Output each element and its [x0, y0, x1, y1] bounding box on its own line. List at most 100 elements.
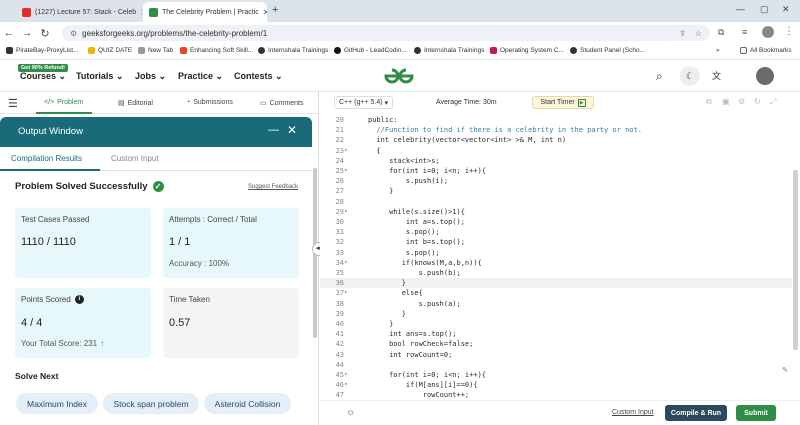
code-line[interactable]: 34 ▾ if(knows(M,a,b,n)){	[320, 258, 792, 268]
start-timer-button[interactable]: Start Timer ▶	[532, 96, 594, 109]
nav-jobs[interactable]: Jobs ⌄	[135, 71, 166, 82]
reload-icon[interactable]: ↻	[36, 27, 54, 40]
extensions-icon[interactable]: ⧉	[718, 27, 724, 38]
close-panel-icon[interactable]: ✕	[287, 123, 297, 137]
search-icon[interactable]: ⌕	[656, 69, 663, 84]
hamburger-menu-icon[interactable]: ☰	[8, 97, 18, 110]
info-icon[interactable]: i	[74, 295, 84, 304]
user-avatar[interactable]	[756, 67, 774, 85]
close-tab-icon[interactable]: ✕	[259, 8, 267, 17]
next-problem-asteroid-collision[interactable]: Asteroid Collision	[204, 393, 291, 414]
forward-icon[interactable]: →	[18, 27, 36, 39]
editor-scrollbar[interactable]	[793, 170, 798, 350]
all-bookmarks[interactable]: All Bookmarks	[740, 47, 792, 54]
dark-mode-icon[interactable]: ☾	[680, 66, 700, 86]
fold-arrow-icon[interactable]: ▾	[344, 146, 352, 156]
fullscreen-icon[interactable]: ⤢	[770, 97, 776, 107]
tab-compilation-results[interactable]: Compilation Results	[11, 154, 82, 163]
refund-badge[interactable]: Get 90% Refund!	[18, 64, 69, 72]
code-line[interactable]: 27 }	[320, 186, 792, 196]
copy-icon[interactable]: ⧉	[706, 97, 712, 107]
close-tab-icon[interactable]: ✕	[136, 8, 142, 17]
paste-icon[interactable]: ▣	[722, 97, 730, 106]
browser-menu-icon[interactable]: ⋮	[784, 26, 794, 37]
code-line[interactable]: 37 ▾ else{	[320, 288, 792, 298]
browser-tab-celebrity[interactable]: The Celebrity Problem | Practic ✕	[143, 2, 267, 22]
code-line[interactable]: 45 ▾ for(int i=0; i<n; i++){	[320, 370, 792, 380]
site-info-icon[interactable]: ⚙	[70, 29, 77, 38]
code-line[interactable]: 23 ▾ {	[320, 146, 792, 156]
submit-button[interactable]: Submit	[736, 405, 776, 421]
code-editor[interactable]: 20 public: 21 //Function to find if there …	[320, 112, 792, 400]
code-line[interactable]: 30 int a=s.top();	[320, 217, 792, 227]
code-line[interactable]: 22 int celebrity(vector<vector<int> >& M…	[320, 135, 792, 145]
nav-practice[interactable]: Practice ⌄	[178, 71, 223, 82]
gfg-logo[interactable]	[380, 66, 418, 86]
browser-tab-youtube[interactable]: (1227) Lecture 57: Stack - Celeb ✕	[16, 2, 142, 22]
nav-courses[interactable]: Courses ⌄	[20, 71, 66, 82]
code-line[interactable]: 31 s.pop();	[320, 227, 792, 237]
fold-arrow-icon[interactable]: ▾	[344, 370, 352, 380]
tab-submissions[interactable]: ◔ Submissions	[186, 99, 233, 106]
code-line[interactable]: 41 int ans=s.top();	[320, 329, 792, 339]
code-line[interactable]: 43 int rowCount=0;	[320, 350, 792, 360]
downloads-icon[interactable]: ≡	[742, 27, 747, 37]
back-icon[interactable]: ←	[0, 27, 18, 39]
bookmark-item[interactable]: Internshala Trainings	[258, 47, 328, 54]
bookmark-item[interactable]: New Tab	[138, 47, 173, 54]
nav-tutorials[interactable]: Tutorials ⌄	[76, 71, 123, 82]
panel-splitter[interactable]	[318, 92, 319, 425]
code-line[interactable]: 42 bool rowCheck=false;	[320, 339, 792, 349]
code-line[interactable]: 21 //Function to find if there is a cele…	[320, 125, 792, 135]
nav-contests[interactable]: Contests ⌄	[234, 71, 283, 82]
custom-input-link[interactable]: Custom Input	[612, 409, 654, 416]
fold-arrow-icon[interactable]: ▾	[344, 288, 352, 298]
next-problem-maximum-index[interactable]: Maximum Index	[16, 393, 98, 414]
fold-arrow-icon[interactable]: ▾	[344, 207, 352, 217]
fold-arrow-icon[interactable]: ▾	[344, 258, 352, 268]
tab-comments[interactable]: ▭ Comments	[260, 99, 303, 108]
code-line[interactable]: 47 rowCount++;	[320, 390, 792, 400]
translate-icon[interactable]: 文	[712, 69, 721, 82]
code-line[interactable]: 33 s.pop();	[320, 248, 792, 258]
tab-problem[interactable]: </> Problem	[44, 99, 83, 106]
fold-arrow-icon[interactable]: ▾	[344, 380, 352, 390]
code-line[interactable]: 20 public:	[320, 115, 792, 125]
bookmark-star-icon[interactable]: ☆	[695, 29, 702, 38]
more-bookmarks-icon[interactable]: »	[716, 47, 720, 54]
share-icon[interactable]: ⇪	[679, 29, 686, 38]
bookmark-item[interactable]: Student Panel (Scho...	[570, 47, 645, 54]
code-line[interactable]: 44	[320, 360, 792, 370]
settings-icon[interactable]: ⚙	[738, 97, 745, 106]
code-line[interactable]: 35 s.push(b);	[320, 268, 792, 278]
reset-icon[interactable]: ↻	[754, 97, 761, 106]
window-close-icon[interactable]: ✕	[782, 4, 790, 15]
code-line[interactable]: 40 }	[320, 319, 792, 329]
code-line[interactable]: 32 int b=s.top();	[320, 237, 792, 247]
compile-run-button[interactable]: Compile & Run	[665, 405, 727, 421]
tab-custom-input[interactable]: Custom Input	[111, 154, 159, 163]
edit-icon[interactable]: ✎	[782, 366, 788, 374]
code-line[interactable]: 46 ▾ if(M[ans][i]==0){	[320, 380, 792, 390]
fold-arrow-icon[interactable]: ▾	[344, 166, 352, 176]
suggest-feedback-link[interactable]: Suggest Feedback	[248, 184, 298, 190]
code-line[interactable]: 28	[320, 197, 792, 207]
bookmark-item[interactable]: GitHub - LeadCodin...	[334, 47, 407, 54]
new-tab-icon[interactable]: +	[272, 4, 278, 16]
url-field[interactable]: ⚙ geeksforgeeks.org/problems/the-celebri…	[62, 25, 710, 41]
next-problem-stock-span[interactable]: Stock span problem	[103, 393, 199, 414]
language-select[interactable]: C++ (g++ 5.4) ▾	[334, 96, 394, 109]
bookmark-item[interactable]: Operating System C...	[490, 47, 564, 54]
theme-toggle-icon[interactable]: ☼	[346, 407, 355, 418]
profile-avatar[interactable]	[762, 26, 774, 38]
code-line[interactable]: 29 ▾ while(s.size()>1){	[320, 207, 792, 217]
code-line[interactable]: 38 s.push(a);	[320, 299, 792, 309]
code-line[interactable]: 39 }	[320, 309, 792, 319]
bookmark-item[interactable]: Enhancing Soft Skill...	[180, 47, 253, 54]
tab-editorial[interactable]: ▤ Editorial	[118, 99, 153, 108]
code-line[interactable]: 25 ▾ for(int i=0; i<n; i++){	[320, 166, 792, 176]
code-line[interactable]: 26 s.push(i);	[320, 176, 792, 186]
bookmark-item[interactable]: QUIZ DATE	[88, 47, 132, 54]
minimize-panel-icon[interactable]: —	[268, 124, 279, 136]
code-line[interactable]: 24 stack<int>s;	[320, 156, 792, 166]
